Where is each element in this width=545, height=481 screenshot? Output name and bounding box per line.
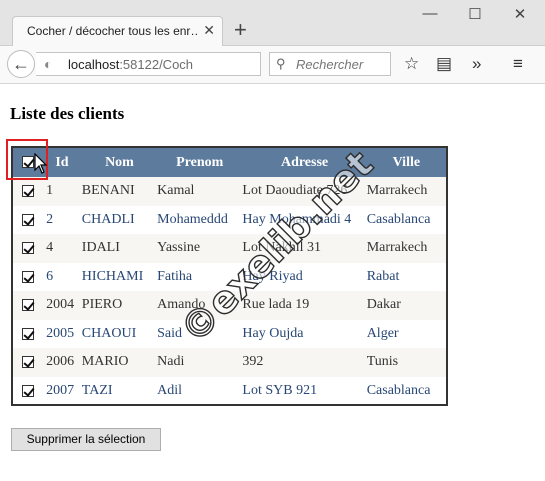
- cell-ville: Marrakech: [366, 234, 446, 263]
- row-select-cell: [13, 177, 43, 206]
- row-select-cell: [13, 291, 43, 320]
- cell-id: 2: [42, 205, 82, 234]
- header-nom: Nom: [81, 148, 158, 177]
- row-select-cell: [13, 205, 43, 234]
- back-button[interactable]: ←: [7, 50, 35, 78]
- cell-ville: Casablanca: [366, 205, 446, 234]
- cell-id: 4: [42, 234, 82, 263]
- cell-adresse: Lot SYB 921: [242, 376, 367, 404]
- delete-selection-button[interactable]: Supprimer la sélection: [11, 428, 161, 451]
- browser-navbar: ← ◐ localhost:58122/Coch ⟳ ⚲ Rechercher …: [0, 46, 545, 84]
- row-select-cell: [13, 234, 43, 263]
- search-icon: ⚲: [276, 56, 286, 71]
- cell-nom: CHADLI: [81, 205, 158, 234]
- back-arrow-icon: ←: [12, 54, 30, 74]
- new-tab-button[interactable]: +: [234, 19, 247, 41]
- table-row: 2 CHADLI Mohameddd Hay Mohammadi 4 Casablanc…: [13, 205, 446, 234]
- cell-prenom: Yassine: [157, 234, 243, 263]
- row-checkbox[interactable]: [21, 356, 34, 369]
- cell-ville: Dakar: [366, 291, 446, 320]
- cell-prenom: Mohameddd: [157, 205, 243, 234]
- browser-tab[interactable]: Cocher / décocher tous les enr… ✕: [12, 16, 223, 47]
- row-checkbox[interactable]: [21, 213, 34, 226]
- clients-table: Id Nom Prenom Adresse Ville 1 BENANI Kamal…: [13, 148, 446, 404]
- bookmark-star-icon[interactable]: ☆: [404, 54, 419, 74]
- page-title: Liste des clients: [10, 104, 125, 123]
- cell-adresse: Lot Daoudiate 726: [242, 177, 367, 206]
- cell-prenom: Nadi: [157, 348, 243, 377]
- row-checkbox[interactable]: [21, 185, 34, 198]
- tab-close-icon[interactable]: ✕: [203, 22, 215, 39]
- cell-nom: PIERO: [81, 291, 158, 320]
- cell-adresse: Rue lada 19: [242, 291, 367, 320]
- row-checkbox[interactable]: [21, 242, 34, 255]
- row-select-cell: [13, 262, 43, 291]
- cell-id: 1: [42, 177, 82, 206]
- cell-adresse: Hay Riyad: [242, 262, 367, 291]
- cell-adresse: Lot Nakhil 31: [242, 234, 367, 263]
- cell-nom: TAZI: [81, 376, 158, 404]
- cell-prenom: Kamal: [157, 177, 243, 206]
- header-adresse: Adresse: [242, 148, 367, 177]
- row-checkbox[interactable]: [21, 270, 34, 283]
- overflow-chevron-icon[interactable]: »: [472, 54, 481, 74]
- tab-title: Cocher / décocher tous les enr…: [27, 24, 197, 38]
- row-checkbox[interactable]: [21, 327, 34, 340]
- search-input[interactable]: ⚲ Rechercher: [269, 52, 391, 76]
- cell-nom: MARIO: [81, 348, 158, 377]
- table-row: 2007 TAZI Adil Lot SYB 921 Casablanca: [13, 376, 446, 404]
- url-text: localhost:58122/Coch: [68, 57, 194, 72]
- cell-ville: Tunis: [366, 348, 446, 377]
- select-all-checkbox[interactable]: [21, 156, 34, 169]
- cell-ville: Alger: [366, 319, 446, 348]
- table-row: 2004 PIERO Amando Rue lada 19 Dakar: [13, 291, 446, 320]
- search-placeholder: Rechercher: [296, 57, 364, 72]
- window-close-button[interactable]: ✕: [510, 5, 530, 23]
- cell-id: 2007: [42, 376, 82, 404]
- cell-prenom: Adil: [157, 376, 243, 404]
- clients-grid: Id Nom Prenom Adresse Ville 1 BENANI Kamal…: [11, 146, 448, 406]
- cell-id: 2006: [42, 348, 82, 377]
- header-id: Id: [42, 148, 82, 177]
- cell-nom: HICHAMI: [81, 262, 158, 291]
- cell-id: 2004: [42, 291, 82, 320]
- header-row: Id Nom Prenom Adresse Ville: [13, 148, 446, 177]
- table-row: 1 BENANI Kamal Lot Daoudiate 726 Marrakech: [13, 177, 446, 206]
- row-checkbox[interactable]: [21, 384, 34, 397]
- header-ville: Ville: [366, 148, 446, 177]
- cell-adresse: 392: [242, 348, 367, 377]
- cell-ville: Casablanca: [366, 376, 446, 404]
- globe-icon: ◐: [44, 56, 53, 72]
- cell-prenom: Said: [157, 319, 243, 348]
- table-row: 6 HICHAMI Fatiha Hay Riyad Rabat: [13, 262, 446, 291]
- browser-titlebar: Cocher / décocher tous les enr… ✕ + — ☐ …: [0, 0, 545, 47]
- cell-ville: Marrakech: [366, 177, 446, 206]
- table-row: 2005 CHAOUI Said Hay Oujda Alger: [13, 319, 446, 348]
- table-row: 4 IDALI Yassine Lot Nakhil 31 Marrakech: [13, 234, 446, 263]
- cell-id: 2005: [42, 319, 82, 348]
- cell-nom: CHAOUI: [81, 319, 158, 348]
- cell-prenom: Amando: [157, 291, 243, 320]
- mouse-cursor-icon: [34, 153, 48, 174]
- row-select-cell: [13, 348, 43, 377]
- table-row: 2006 MARIO Nadi 392 Tunis: [13, 348, 446, 377]
- cell-adresse: Hay Mohammadi 4: [242, 205, 367, 234]
- cell-nom: BENANI: [81, 177, 158, 206]
- reading-list-icon[interactable]: ▤: [436, 54, 452, 74]
- cell-prenom: Fatiha: [157, 262, 243, 291]
- row-checkbox[interactable]: [21, 299, 34, 312]
- row-select-cell: [13, 319, 43, 348]
- cell-adresse: Hay Oujda: [242, 319, 367, 348]
- header-prenom: Prenom: [157, 148, 243, 177]
- menu-hamburger-icon[interactable]: ≡: [513, 54, 523, 74]
- row-select-cell: [13, 376, 43, 404]
- cell-id: 6: [42, 262, 82, 291]
- cell-ville: Rabat: [366, 262, 446, 291]
- maximize-button[interactable]: ☐: [465, 5, 485, 23]
- minimize-button[interactable]: —: [420, 5, 440, 22]
- url-bar[interactable]: ◐ localhost:58122/Coch ⟳: [36, 52, 282, 79]
- cell-nom: IDALI: [81, 234, 158, 263]
